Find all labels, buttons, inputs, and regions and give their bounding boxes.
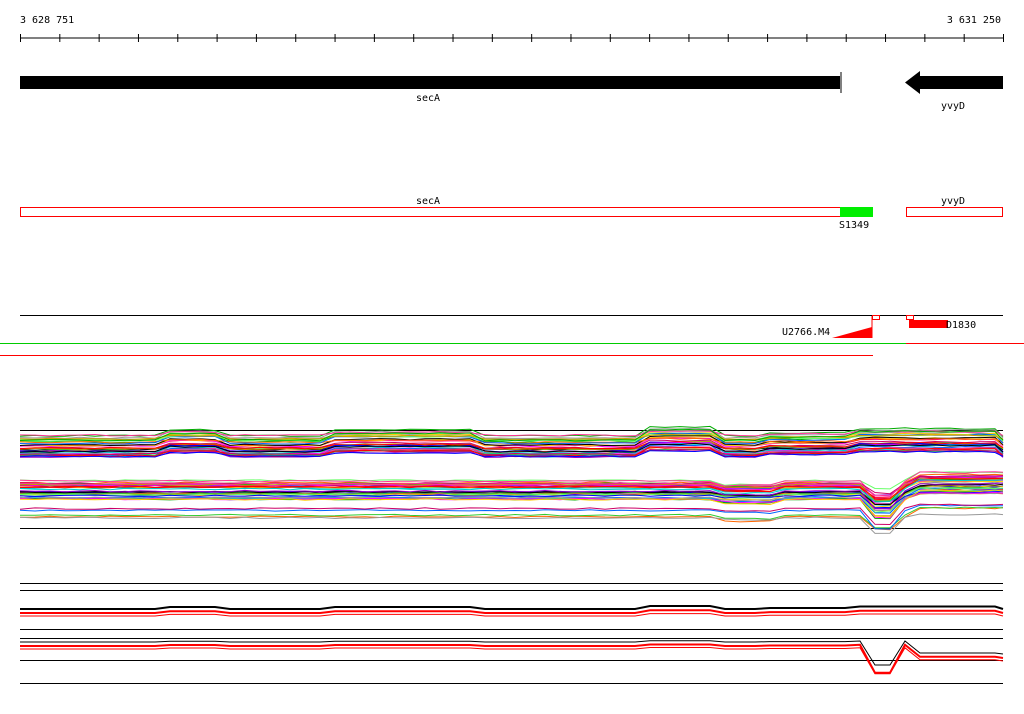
genome-browser-view: 3 628 751 3 631 250 secA yvyD secA S1349… [0,15,1024,684]
expression-profile-line [19,503,1004,526]
gene-yvyd-arrow[interactable] [905,71,1003,94]
annotation-track: secA S1349 yvyD [20,196,1003,231]
annotation-seca-box[interactable] [20,207,841,217]
expression-profile-lines [19,425,1004,534]
ruler-start-label: 3 628 751 [20,15,74,26]
annotation-yvyd-label: yvyD [941,196,965,207]
transcript-feature-d1830-label: D1830 [946,320,976,331]
gene-yvyd-label: yvyD [941,101,965,112]
gene-track: secA yvyD [20,71,1003,112]
transcript-feature-u2766[interactable] [832,327,872,338]
annotation-feature-s1349[interactable] [840,207,873,217]
transcript-feature-u2766-label: U2766.M4 [782,327,830,338]
annotation-yvyd-box[interactable] [906,207,1003,217]
ruler-end-label: 3 631 250 [947,15,1001,26]
summary-profile-line [20,609,1004,614]
transcript-marker-left [872,315,880,320]
gene-seca-label: secA [416,93,440,104]
expression-profile-panel [19,425,1004,534]
transcript-track: U2766.M4 D1830 [0,315,1024,356]
gene-seca-arrow[interactable] [20,76,840,89]
transcript-marker-right [906,315,914,320]
coordinate-ruler: 3 628 751 3 631 250 [20,15,1004,42]
gene-yvyd[interactable]: yvyD [905,71,1003,112]
summary-profile-panel [20,583,1004,684]
summary-profile-line [20,605,1004,610]
annotation-seca-label: secA [416,196,440,207]
summary-profile-lines [20,605,1004,675]
gene-seca[interactable]: secA [20,72,842,104]
transcript-feature-d1830[interactable] [909,320,948,328]
annotation-feature-s1349-label: S1349 [839,220,869,231]
